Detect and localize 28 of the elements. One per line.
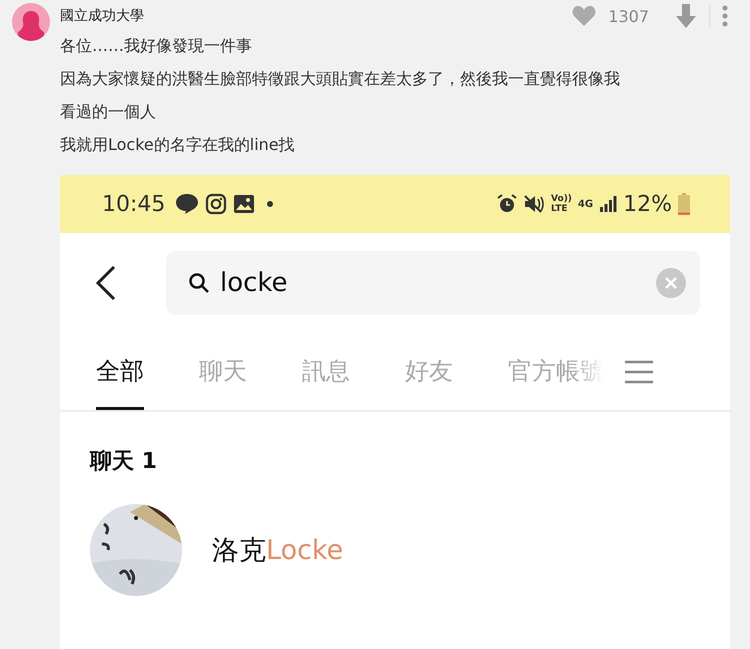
clock-time: 10:45 xyxy=(102,192,166,216)
image-icon xyxy=(233,193,256,215)
battery-percent: 12% xyxy=(623,192,672,216)
comment-text: 看過的一個人 xyxy=(60,101,157,123)
search-field[interactable]: locke xyxy=(166,251,700,315)
user-avatar xyxy=(12,3,50,41)
alarm-icon xyxy=(497,194,518,214)
chat-bubble-icon xyxy=(175,193,200,215)
mute-icon xyxy=(523,194,546,214)
clear-icon[interactable] xyxy=(656,268,686,298)
back-icon[interactable] xyxy=(96,266,116,300)
down-arrow-icon[interactable] xyxy=(675,4,697,28)
author-name[interactable]: 國立成功大學 xyxy=(60,7,572,25)
tab[interactable]: 全部 xyxy=(96,345,144,410)
camera-icon xyxy=(205,193,228,215)
heart-icon[interactable] xyxy=(572,5,596,27)
like-count: 1307 xyxy=(608,6,649,26)
volte-indicator: Vo)) LTE xyxy=(551,194,572,214)
more-icon[interactable] xyxy=(722,5,728,27)
section-title: 聊天 1 xyxy=(88,448,158,476)
menu-icon[interactable] xyxy=(624,360,654,384)
comment-text: 各位……我好像發現一件事 xyxy=(60,35,253,57)
contact-name[interactable]: 洛克Locke xyxy=(212,532,344,568)
signal-icon xyxy=(599,195,618,213)
comment-text: 我就用Locke的名字在我的line找 xyxy=(60,134,296,156)
battery-icon xyxy=(678,193,690,215)
network-type: 4G xyxy=(578,198,594,210)
comment-text: 因為大家懷疑的洪醫生臉部特徵跟大頭貼實在差太多了，然後我一直覺得很像我 xyxy=(60,68,621,90)
